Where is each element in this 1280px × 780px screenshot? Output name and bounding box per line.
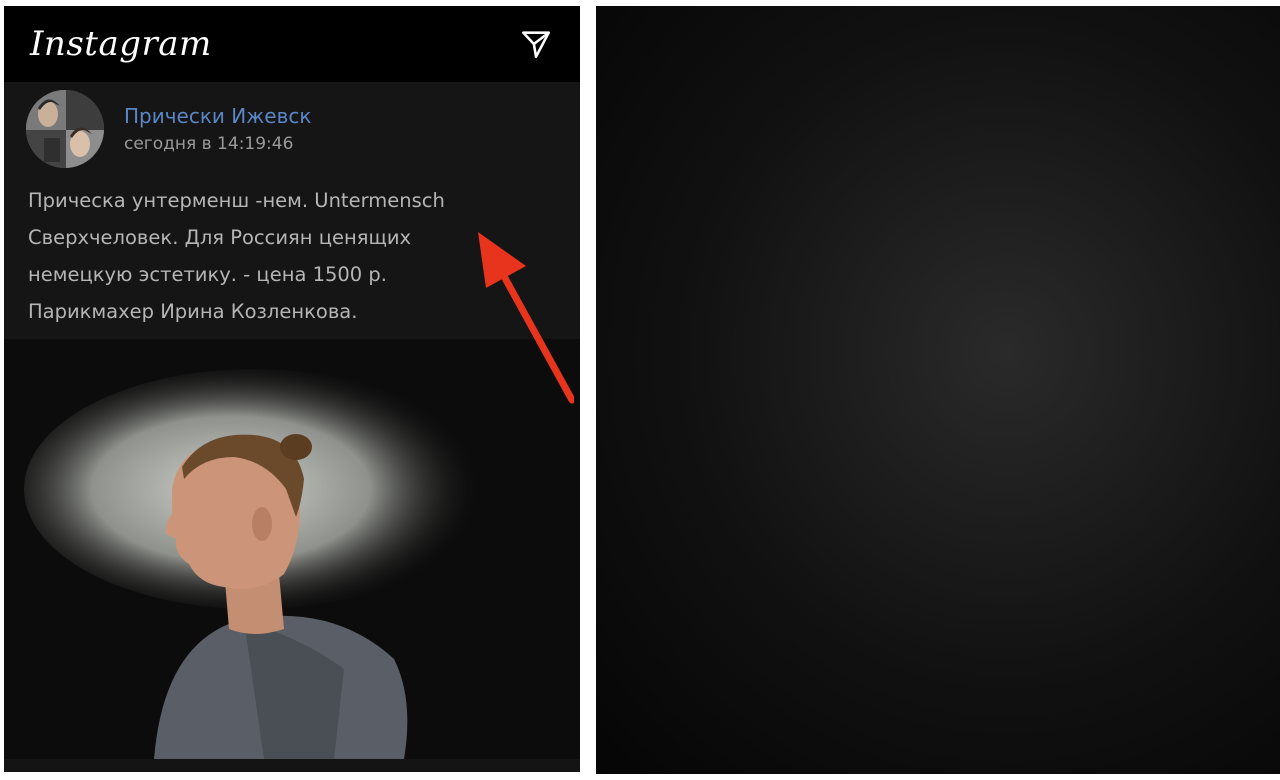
post-timestamp: сегодня в 14:19:46 xyxy=(124,134,294,154)
arrow-icon xyxy=(478,232,574,404)
post-text-line: Прическа унтерменш -нем. Untermensch xyxy=(28,189,445,212)
post-header: Прически Ижевск сегодня в 14:19:46 xyxy=(4,90,580,168)
author-name[interactable]: Прически Ижевск xyxy=(124,104,311,128)
instagram-screenshot: Instagram Прически Ижевск сегодня в 14:1… xyxy=(4,6,580,772)
instagram-logo: Instagram xyxy=(30,24,212,64)
app-header: Instagram xyxy=(4,6,580,82)
send-icon[interactable] xyxy=(516,24,556,64)
author-block: Прически Ижевск сегодня в 14:19:46 xyxy=(124,104,311,154)
portrait-photo-placeholder xyxy=(596,6,1280,774)
avatar[interactable] xyxy=(26,90,104,168)
